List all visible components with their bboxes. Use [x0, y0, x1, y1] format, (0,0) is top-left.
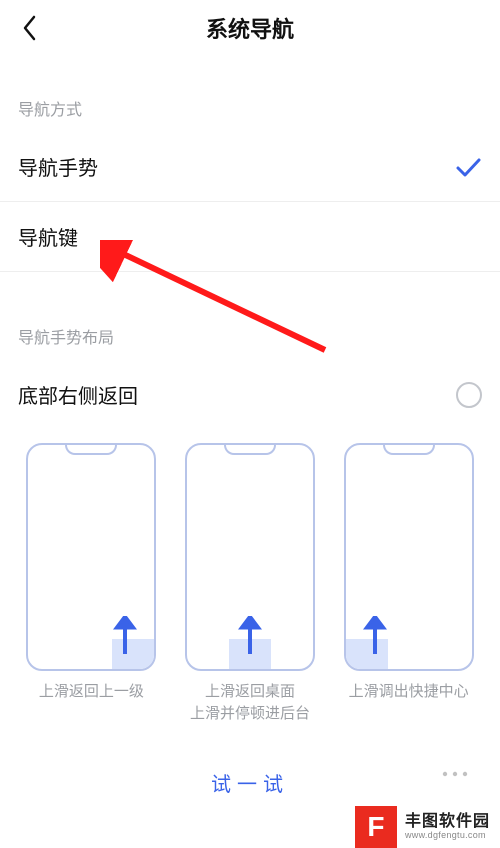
section-label-nav-mode: 导航方式: [0, 56, 500, 132]
option-right-side-back[interactable]: 底部右侧返回: [0, 360, 500, 429]
chevron-left-icon: [22, 15, 38, 41]
check-icon: [454, 153, 482, 181]
phone-preview: [344, 443, 474, 671]
option-gesture-label: 导航手势: [18, 152, 98, 181]
gesture-card-back[interactable]: 上滑返回上一级: [18, 443, 165, 725]
watermark-url: www.dgfengtu.com: [405, 831, 490, 841]
option-gesture[interactable]: 导航手势: [0, 132, 500, 202]
option-keys-label: 导航键: [18, 222, 78, 251]
section-label-gesture-layout: 导航手势布局: [0, 302, 500, 360]
phone-preview: [26, 443, 156, 671]
gesture-card-caption: 上滑调出快捷中心: [349, 681, 469, 703]
gesture-card-quick-center[interactable]: 上滑调出快捷中心: [335, 443, 482, 725]
more-icon: [440, 767, 470, 781]
page-title: 系统导航: [206, 12, 294, 44]
swipe-up-icon: [233, 616, 267, 661]
option-keys[interactable]: 导航键: [0, 202, 500, 271]
gesture-cards: 上滑返回上一级 上滑返回桌面 上滑并停顿进后台: [0, 429, 500, 733]
gesture-card-home[interactable]: 上滑返回桌面 上滑并停顿进后台: [177, 443, 324, 725]
watermark-title: 丰图软件园: [405, 813, 490, 831]
option-right-side-back-label: 底部右侧返回: [18, 380, 138, 409]
back-button[interactable]: [16, 14, 44, 42]
phone-preview: [185, 443, 315, 671]
gesture-card-caption: 上滑返回上一级: [39, 681, 144, 703]
swipe-up-icon: [358, 616, 392, 661]
radio-unchecked-icon: [456, 382, 482, 408]
try-button[interactable]: 试一试: [211, 768, 289, 797]
gesture-card-caption: 上滑返回桌面 上滑并停顿进后台: [190, 681, 310, 725]
watermark: F 丰图软件园 www.dgfengtu.com: [353, 806, 500, 848]
watermark-logo: F: [355, 806, 397, 848]
swipe-up-icon: [108, 616, 142, 661]
